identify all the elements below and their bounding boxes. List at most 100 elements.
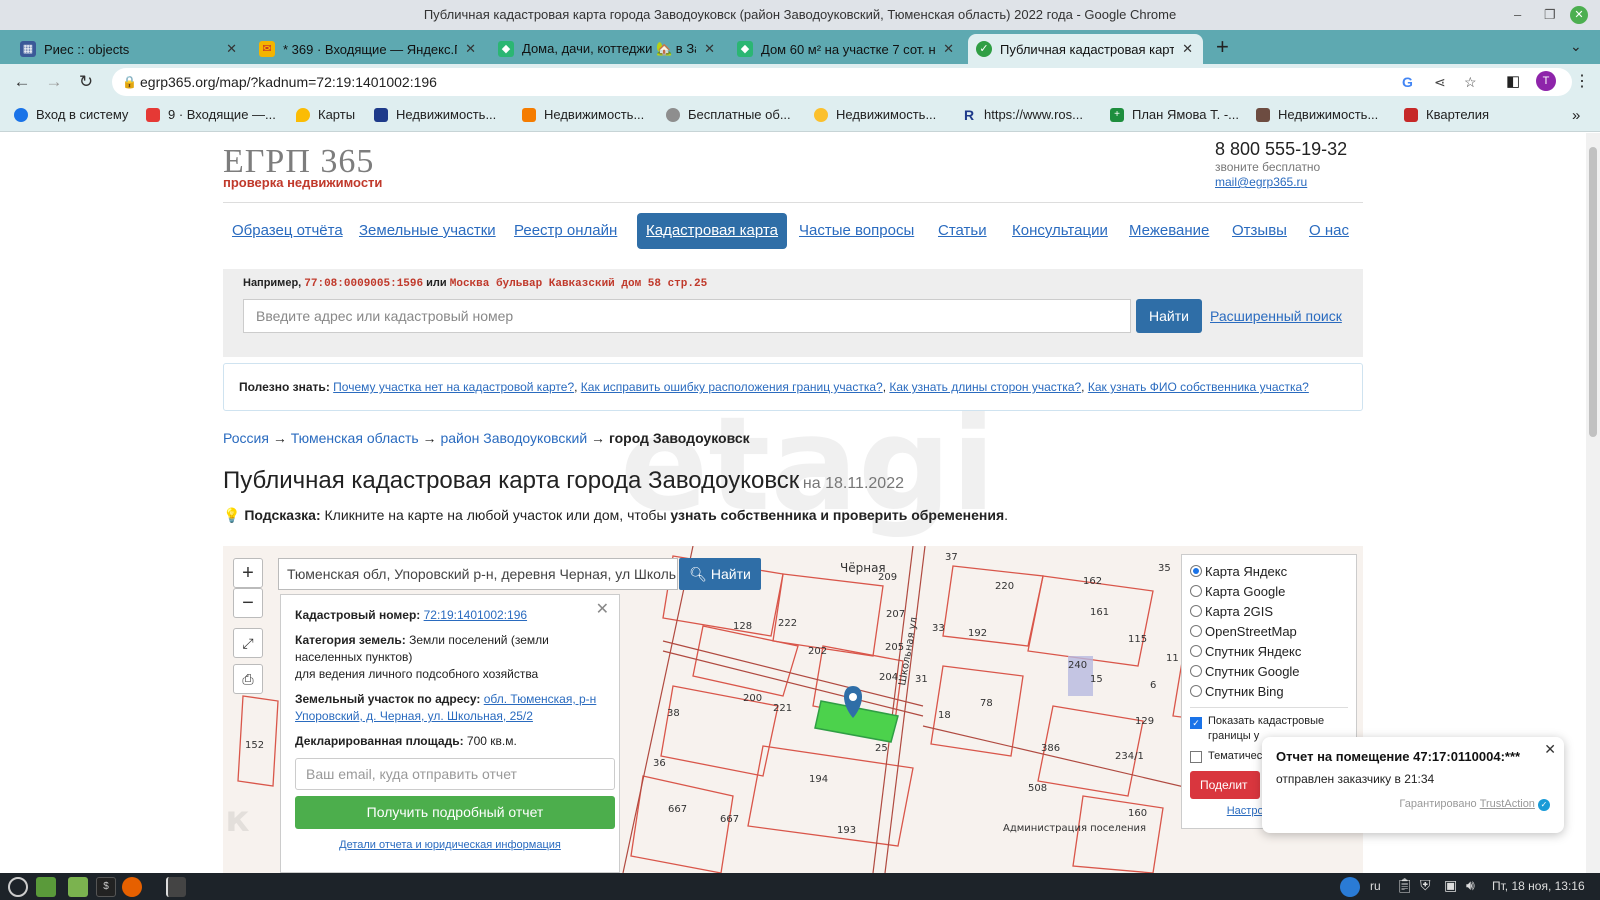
layer-option-yandex-map[interactable]: Карта Яндекс xyxy=(1190,561,1348,581)
radio-icon[interactable] xyxy=(1190,585,1202,597)
menu-item-reviews[interactable]: Отзывы xyxy=(1223,213,1296,249)
parcel[interactable] xyxy=(747,745,914,847)
phone-number[interactable]: 8 800 555-19-32 xyxy=(1215,139,1347,160)
find-button[interactable]: Найти xyxy=(1136,299,1202,333)
checkbox-icon[interactable] xyxy=(1190,751,1202,763)
bookmark-item[interactable]: Недвижимость... xyxy=(374,107,496,122)
layer-option-yandex-satellite[interactable]: Спутник Яндекс xyxy=(1190,641,1348,661)
close-tab-icon[interactable]: ✕ xyxy=(943,41,954,57)
menu-kebab-icon[interactable]: ⋮ xyxy=(1574,71,1590,91)
close-notification-icon[interactable]: ✕ xyxy=(1544,741,1556,758)
keyboard-layout[interactable]: ru xyxy=(1370,879,1381,893)
site-logo[interactable]: ЕГРП 365 проверка недвижимости xyxy=(223,143,382,190)
restore-icon[interactable]: ❐ xyxy=(1544,0,1556,30)
report-email-input[interactable]: Ваш email, куда отправить отчет xyxy=(295,758,615,790)
scrollbar-thumb[interactable] xyxy=(1589,147,1597,437)
menu-item-land-plots[interactable]: Земельные участки xyxy=(350,213,505,249)
cadastral-map[interactable]: Чёрная 209 37 220 162 128 222 202 207 20… xyxy=(223,546,1363,873)
url-field[interactable]: 🔒 egrp365.org/map/?kadnum=72:19:1401002:… xyxy=(112,68,1572,96)
tab-objects[interactable]: ▦ Риес :: objects ✕ xyxy=(12,34,247,64)
bookmark-item[interactable]: Rhttps://www.ros... xyxy=(962,107,1083,122)
zoom-in-button[interactable]: + xyxy=(233,558,263,588)
close-tab-icon[interactable]: ✕ xyxy=(704,41,715,57)
google-translate-icon[interactable]: G xyxy=(1402,68,1413,96)
trustaction-link[interactable]: TrustAction xyxy=(1480,798,1535,810)
bookmark-item[interactable]: 9 · Входящие —... xyxy=(146,107,276,122)
bookmark-item[interactable]: Недвижимость... xyxy=(1256,107,1378,122)
close-tab-icon[interactable]: ✕ xyxy=(465,41,476,57)
checkbox-checked-icon[interactable]: ✓ xyxy=(1190,717,1202,729)
breadcrumb-item[interactable]: Тюменская область xyxy=(291,430,419,446)
parcel[interactable] xyxy=(942,565,1044,647)
menu-item-about[interactable]: О нас xyxy=(1300,213,1358,249)
close-tab-icon[interactable]: ✕ xyxy=(1182,41,1193,57)
report-details-link[interactable]: Детали отчета и юридическая информация xyxy=(339,839,561,851)
bookmark-item[interactable]: Карты xyxy=(296,107,355,122)
advanced-search-link[interactable]: Расширенный поиск xyxy=(1210,308,1342,324)
radio-icon[interactable] xyxy=(1190,645,1202,657)
map-find-button[interactable]: 🔍︎ Найти xyxy=(679,558,761,590)
menu-item-registry[interactable]: Реестр онлайн xyxy=(505,213,626,249)
terminal-icon[interactable]: $ xyxy=(96,877,116,897)
forward-icon[interactable]: → xyxy=(43,72,65,92)
bookmark-item[interactable]: Недвижимость... xyxy=(522,107,644,122)
close-popup-icon[interactable]: ✕ xyxy=(596,599,609,619)
kadastr-number-link[interactable]: 72:19:1401002:196 xyxy=(424,608,527,622)
menu-item-cadastral-map[interactable]: Кадастровая карта xyxy=(637,213,787,249)
print-icon[interactable]: ⎙ xyxy=(233,664,263,694)
layer-option-bing-satellite[interactable]: Спутник Bing xyxy=(1190,681,1348,701)
bookmark-item[interactable]: + План Ямова Т. -... xyxy=(1110,107,1239,122)
tray-app-icon[interactable] xyxy=(1340,877,1360,897)
info-link[interactable]: Почему участка нет на кадастровой карте? xyxy=(333,380,574,394)
share-icon[interactable]: ⋖ xyxy=(1434,68,1446,96)
info-link[interactable]: Как узнать ФИО собственника участка? xyxy=(1088,380,1309,394)
radio-icon[interactable] xyxy=(1190,605,1202,617)
tab-yandex-mail[interactable]: ✉ * 369 · Входящие — Яндекс.Почта ✕ xyxy=(251,34,486,64)
taskbar-app-icon[interactable] xyxy=(166,877,186,897)
side-panel-icon[interactable]: ◧ xyxy=(1506,72,1520,90)
fullscreen-icon[interactable]: ⤢ xyxy=(233,628,263,658)
parcel[interactable] xyxy=(1027,575,1154,667)
breadcrumb-item[interactable]: Россия xyxy=(223,430,269,446)
bookmark-star-icon[interactable]: ☆ xyxy=(1464,68,1477,96)
parcel[interactable] xyxy=(630,775,734,873)
tab-search-chevron-icon[interactable]: ⌄ xyxy=(1570,38,1582,55)
clock[interactable]: Пт, 18 ноя, 13:16 xyxy=(1492,879,1585,893)
close-window-icon[interactable]: ✕ xyxy=(1570,6,1588,24)
back-icon[interactable]: ← xyxy=(11,72,33,92)
network-icon[interactable]: ▣ xyxy=(1444,877,1457,894)
radio-icon[interactable] xyxy=(1190,665,1202,677)
show-desktop-icon[interactable] xyxy=(36,877,56,897)
minimize-icon[interactable]: – xyxy=(1514,0,1521,30)
menu-item-articles[interactable]: Статьи xyxy=(929,213,996,249)
tab-domclick-houses[interactable]: ◆ Дома, дачи, коттеджи 🏡 в Заводоуковске… xyxy=(490,34,725,64)
zoom-out-button[interactable]: − xyxy=(233,588,263,618)
info-link[interactable]: Как исправить ошибку расположения границ… xyxy=(581,380,883,394)
more-bookmarks-icon[interactable]: » xyxy=(1572,107,1580,124)
bookmark-item[interactable]: Вход в систему xyxy=(14,107,128,122)
map-search-input[interactable]: Тюменская обл, Упоровский р-н, деревня Ч… xyxy=(278,558,678,590)
page-scrollbar[interactable] xyxy=(1586,133,1600,873)
parcel[interactable] xyxy=(692,625,799,697)
bookmark-item[interactable]: Бесплатные об... xyxy=(666,107,791,122)
clipboard-icon[interactable]: 📋︎ xyxy=(1396,877,1414,894)
parcel[interactable] xyxy=(1072,795,1164,873)
radio-icon[interactable] xyxy=(1190,565,1202,577)
bookmark-item[interactable]: Квартелия xyxy=(1404,107,1489,122)
radio-icon[interactable] xyxy=(1190,685,1202,697)
shield-icon[interactable]: ⛨ xyxy=(1420,877,1431,894)
get-report-button[interactable]: Получить подробный отчет xyxy=(295,796,615,829)
bookmark-item[interactable]: Недвижимость... xyxy=(814,107,936,122)
menu-item-sample-report[interactable]: Образец отчёта xyxy=(223,213,352,249)
firefox-icon[interactable] xyxy=(122,877,142,897)
profile-avatar[interactable]: T xyxy=(1536,71,1556,91)
menu-item-consultations[interactable]: Консультации xyxy=(1003,213,1117,249)
reload-icon[interactable]: ↻ xyxy=(75,72,97,92)
share-button[interactable]: Поделит xyxy=(1190,771,1260,799)
volume-icon[interactable]: 🔊︎ xyxy=(1466,877,1475,894)
file-manager-icon[interactable] xyxy=(68,877,88,897)
email-link[interactable]: mail@egrp365.ru xyxy=(1215,175,1307,189)
radio-icon[interactable] xyxy=(1190,625,1202,637)
breadcrumb-item[interactable]: район Заводоуковский xyxy=(440,430,587,446)
layer-option-2gis[interactable]: Карта 2GIS xyxy=(1190,601,1348,621)
